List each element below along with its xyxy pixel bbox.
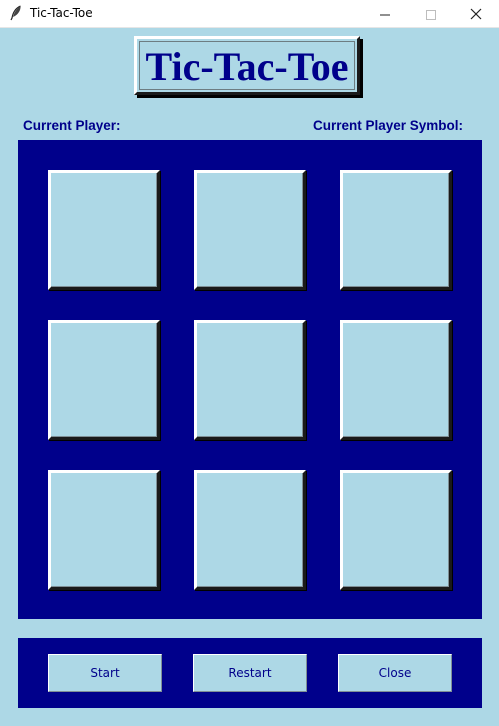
close-icon bbox=[470, 5, 482, 24]
window-title: Tic-Tac-Toe bbox=[30, 6, 93, 20]
start-button[interactable]: Start bbox=[47, 653, 163, 693]
game-board bbox=[18, 140, 482, 619]
controls-panel: Start Restart Close bbox=[18, 638, 482, 708]
board-cell-6[interactable] bbox=[340, 320, 452, 440]
board-cell-3[interactable] bbox=[340, 170, 452, 290]
board-cell-4[interactable] bbox=[48, 320, 160, 440]
restart-button-label: Restart bbox=[228, 666, 272, 680]
current-player-label: Current Player: bbox=[23, 118, 121, 133]
minimize-button[interactable] bbox=[362, 0, 408, 28]
maximize-button[interactable] bbox=[408, 0, 454, 28]
window-titlebar: Tic-Tac-Toe bbox=[0, 0, 499, 28]
board-cell-9[interactable] bbox=[340, 470, 452, 590]
game-title: Tic-Tac-Toe bbox=[145, 43, 349, 89]
board-cell-5[interactable] bbox=[194, 320, 306, 440]
feather-icon bbox=[9, 5, 23, 21]
restart-button[interactable]: Restart bbox=[192, 653, 308, 693]
close-button[interactable]: Close bbox=[337, 653, 453, 693]
minimize-icon bbox=[380, 5, 390, 24]
board-cell-7[interactable] bbox=[48, 470, 160, 590]
maximize-icon bbox=[426, 5, 436, 24]
current-symbol-label: Current Player Symbol: bbox=[313, 118, 464, 133]
board-cell-1[interactable] bbox=[48, 170, 160, 290]
game-title-panel: Tic-Tac-Toe bbox=[134, 36, 360, 95]
close-window-button[interactable] bbox=[453, 0, 499, 28]
board-cell-8[interactable] bbox=[194, 470, 306, 590]
close-button-label: Close bbox=[378, 666, 412, 680]
start-button-label: Start bbox=[90, 666, 120, 680]
board-cell-2[interactable] bbox=[194, 170, 306, 290]
